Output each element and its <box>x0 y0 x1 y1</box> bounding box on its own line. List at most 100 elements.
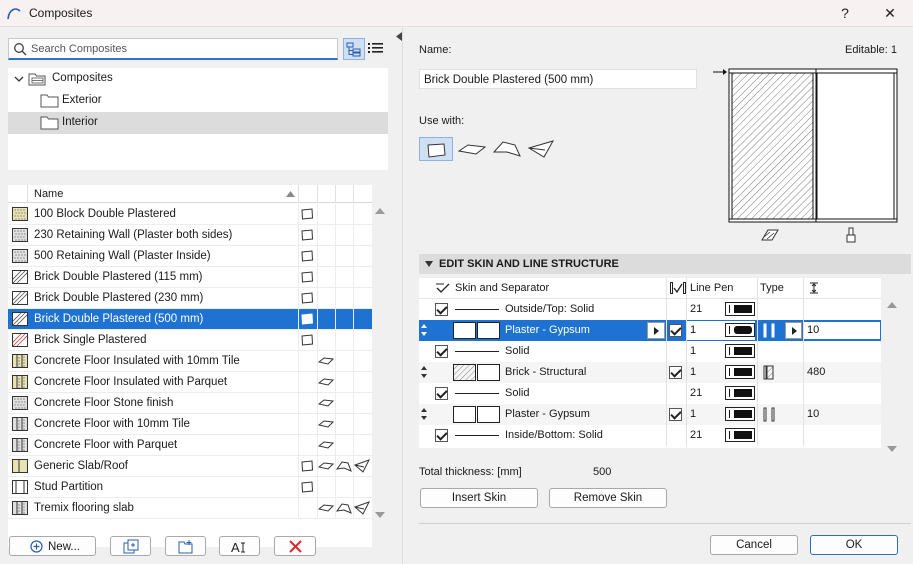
ok-button[interactable]: OK <box>810 535 898 555</box>
pen-swatch-icon[interactable] <box>725 302 755 316</box>
list-item[interactable]: Stud Partition <box>8 477 372 498</box>
list-item[interactable]: Concrete Floor with Parquet <box>8 435 372 456</box>
drag-handle-icon[interactable] <box>421 408 427 420</box>
app-logo-icon <box>7 8 21 20</box>
use-with-wall-button[interactable] <box>419 137 453 161</box>
help-button[interactable]: ? <box>831 2 859 24</box>
pen-swatch-icon[interactable] <box>725 428 755 442</box>
building-material-name[interactable]: Plaster - Gypsum <box>505 408 590 420</box>
pen-number[interactable]: 1 <box>690 345 696 357</box>
skin-structure-section-header[interactable]: EDIT SKIN AND LINE STRUCTURE <box>419 254 911 274</box>
list-scrollbar[interactable] <box>372 185 388 547</box>
pen-number[interactable]: 1 <box>690 366 696 378</box>
insert-skin-button[interactable]: Insert Skin <box>420 488 538 508</box>
drag-handle-icon[interactable] <box>421 324 427 336</box>
folder-icon <box>40 116 59 130</box>
pen-number[interactable]: 1 <box>690 408 696 420</box>
list-item[interactable]: Concrete Floor Insulated with Parquet <box>8 372 372 393</box>
list-item[interactable]: 500 Retaining Wall (Plaster Inside) <box>8 246 372 267</box>
sort-up-icon[interactable] <box>286 190 295 198</box>
close-window-button[interactable]: ✕ <box>876 2 904 24</box>
tree-view-icon <box>346 42 361 57</box>
scroll-down-icon[interactable] <box>887 445 897 453</box>
list-item[interactable]: 100 Block Double Plastered <box>8 204 372 225</box>
rename-button[interactable]: A <box>219 536 260 556</box>
name-field[interactable]: Brick Double Plastered (500 mm) <box>419 69 697 89</box>
skin-type-dropdown[interactable] <box>785 322 802 339</box>
surface-brush-icon[interactable] <box>845 227 857 243</box>
building-material-name[interactable]: Plaster - Gypsum <box>505 324 590 336</box>
pen-swatch-icon[interactable] <box>725 323 755 337</box>
list-item[interactable]: Brick Single Plastered <box>8 330 372 351</box>
tree-view-button[interactable] <box>343 38 365 60</box>
visibility-checkbox[interactable] <box>435 429 448 442</box>
skin-type-icon[interactable] <box>763 323 777 338</box>
skin-fill-icon[interactable] <box>453 364 501 381</box>
list-item[interactable]: Tremix flooring slab <box>8 498 372 519</box>
core-checkbox[interactable] <box>669 324 682 337</box>
core-checkbox[interactable] <box>669 408 682 421</box>
search-box[interactable] <box>8 38 338 60</box>
column-header-name[interactable]: Name <box>34 188 63 200</box>
skin-row[interactable]: Brick - Structural 1 480 <box>419 362 881 383</box>
remove-skin-button[interactable]: Remove Skin <box>549 488 667 508</box>
separator-row[interactable]: Outside/Top: Solid 21 <box>419 299 881 320</box>
pen-swatch-icon[interactable] <box>725 344 755 358</box>
pen-swatch-icon[interactable] <box>725 365 755 379</box>
pen-swatch-icon[interactable] <box>725 407 755 421</box>
core-checkbox[interactable] <box>669 366 682 379</box>
search-input[interactable] <box>31 41 331 57</box>
list-item[interactable]: 230 Retaining Wall (Plaster both sides) <box>8 225 372 246</box>
tree-item-exterior[interactable]: Exterior <box>8 90 388 112</box>
skin-fill-icon[interactable] <box>453 406 501 423</box>
visibility-checkbox[interactable] <box>435 387 448 400</box>
skin-thickness-value[interactable]: 480 <box>807 366 825 378</box>
chevron-down-icon[interactable] <box>14 74 24 84</box>
scroll-up-icon[interactable] <box>887 301 897 309</box>
drag-handle-icon[interactable] <box>421 366 427 378</box>
visibility-checkbox[interactable] <box>435 345 448 358</box>
cut-fill-icon[interactable] <box>761 228 779 242</box>
list-item[interactable]: Concrete Floor Insulated with 10mm Tile <box>8 351 372 372</box>
separator-label: Solid <box>505 345 530 357</box>
list-item[interactable]: Concrete Floor Stone finish <box>8 393 372 414</box>
list-item[interactable]: Brick Double Plastered (500 mm) <box>8 309 372 330</box>
separator-row[interactable]: Solid 21 <box>419 383 881 404</box>
duplicate-button[interactable] <box>110 536 151 556</box>
tree-item-composites[interactable]: Composites <box>8 68 388 90</box>
list-item[interactable]: Brick Double Plastered (230 mm) <box>8 288 372 309</box>
pen-number[interactable]: 1 <box>690 324 696 336</box>
cancel-button[interactable]: Cancel <box>710 535 798 555</box>
material-picker-button[interactable] <box>647 322 665 339</box>
skin-type-icon[interactable] <box>763 407 777 422</box>
visibility-checkbox[interactable] <box>435 303 448 316</box>
skin-fill-icon[interactable] <box>453 322 501 339</box>
building-material-name[interactable]: Brick - Structural <box>505 366 586 378</box>
list-view-button[interactable] <box>366 38 388 60</box>
skin-type-icon[interactable] <box>763 365 777 380</box>
skin-thickness-value[interactable]: 10 <box>807 324 819 336</box>
new-folder-button[interactable] <box>165 536 206 556</box>
check-column-icon[interactable] <box>670 282 686 294</box>
skin-thickness-value[interactable]: 10 <box>807 408 819 420</box>
separator-row[interactable]: Solid 1 <box>419 341 881 362</box>
use-with-roof-button[interactable] <box>489 137 523 161</box>
list-item[interactable]: Concrete Floor with 10mm Tile <box>8 414 372 435</box>
skin-row[interactable]: Plaster - Gypsum 1 10 <box>419 320 881 341</box>
delete-button[interactable] <box>274 536 316 556</box>
scroll-up-icon[interactable] <box>375 207 385 215</box>
use-with-shell-button[interactable] <box>524 137 558 161</box>
list-item[interactable]: Generic Slab/Roof <box>8 456 372 477</box>
pen-number[interactable]: 21 <box>690 303 702 315</box>
pen-number[interactable]: 21 <box>690 387 702 399</box>
separator-row[interactable]: Inside/Bottom: Solid 21 <box>419 425 881 446</box>
use-with-slab-button[interactable] <box>454 137 488 161</box>
tree-item-interior[interactable]: Interior <box>8 112 388 134</box>
scroll-down-icon[interactable] <box>375 511 385 519</box>
skin-row[interactable]: Plaster - Gypsum 1 10 <box>419 404 881 425</box>
pen-number[interactable]: 21 <box>690 429 702 441</box>
check-all-icon[interactable] <box>436 282 450 294</box>
new-composite-button[interactable]: New... <box>9 536 96 556</box>
pen-swatch-icon[interactable] <box>725 386 755 400</box>
list-item[interactable]: Brick Double Plastered (115 mm) <box>8 267 372 288</box>
